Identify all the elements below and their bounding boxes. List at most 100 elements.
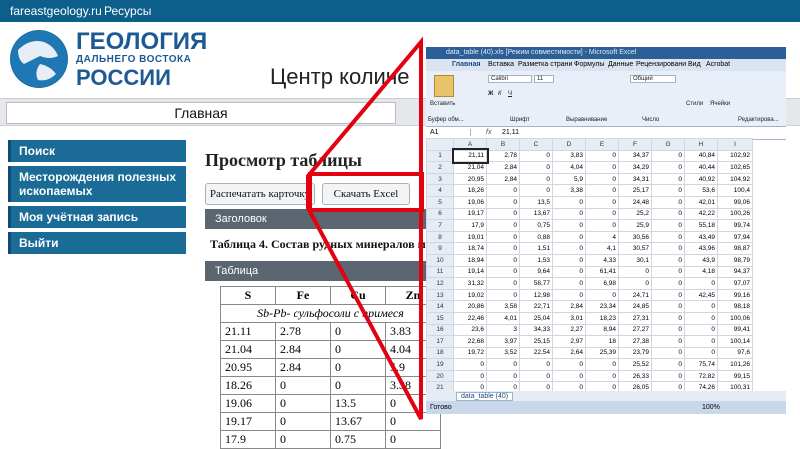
sheet-cell[interactable]: 6,98 [585, 277, 619, 290]
sheet-cell[interactable]: 22,71 [519, 300, 553, 313]
sheet-cell[interactable]: 0 [651, 172, 685, 186]
sheet-cell[interactable]: 2,27 [552, 323, 586, 337]
sheet-cell[interactable]: 19,72 [453, 346, 487, 360]
tab-page-layout[interactable]: Разметка страни [518, 61, 572, 68]
sheet-cell[interactable]: 0 [519, 172, 553, 186]
sheet-cell[interactable]: 0 [552, 242, 586, 255]
sheet-cell[interactable]: 99,41 [717, 323, 753, 337]
sheet-cell[interactable]: 0 [585, 195, 619, 209]
sheet-cell[interactable]: 2,97 [552, 335, 586, 348]
styles-button[interactable]: Стили [686, 101, 703, 107]
sheet-cell[interactable]: 24,85 [618, 300, 652, 313]
sheet-cell[interactable]: 0 [651, 300, 685, 313]
row-header[interactable]: 2 [426, 161, 454, 174]
sheet-cell[interactable]: 75,74 [684, 358, 718, 371]
sheet-cell[interactable]: 42,01 [684, 195, 718, 209]
row-header[interactable]: 15 [426, 311, 454, 325]
sheet-cell[interactable]: 2,78 [486, 149, 520, 163]
sheet-cell[interactable]: 0 [585, 207, 619, 221]
sheet-cell[interactable]: 0 [552, 230, 586, 244]
sheet-cell[interactable]: 55,18 [684, 219, 718, 232]
sheet-cell[interactable]: 100,26 [717, 207, 753, 221]
sheet-cell[interactable]: 0 [486, 242, 520, 255]
sheet-cell[interactable]: 0 [651, 195, 685, 209]
sheet-cell[interactable]: 61,41 [585, 265, 619, 279]
sheet-cell[interactable]: 0 [486, 288, 520, 302]
sheet-cell[interactable]: 0 [585, 219, 619, 232]
sheet-cell[interactable]: 0 [552, 288, 586, 302]
sheet-cell[interactable]: 4,18 [684, 265, 718, 279]
sheet-cell[interactable]: 22,54 [519, 346, 553, 360]
sheet-cell[interactable]: 0 [651, 369, 685, 383]
sheet-cell[interactable]: 20,86 [453, 300, 487, 313]
sheet-cell[interactable]: 0 [552, 369, 586, 383]
sheet-cell[interactable]: 3,52 [486, 346, 520, 360]
sheet-cell[interactable]: 99,06 [717, 195, 753, 209]
sheet-cell[interactable]: 0 [486, 358, 520, 371]
sheet-cell[interactable]: 0 [651, 207, 685, 221]
sheet-cell[interactable]: 0 [651, 219, 685, 232]
sheet-cell[interactable]: 0 [519, 161, 553, 174]
sheet-cell[interactable]: 23,34 [585, 300, 619, 313]
sheet-tab[interactable]: data_table (40) [456, 392, 514, 401]
sheet-cell[interactable]: 0 [585, 184, 619, 197]
sheet-cell[interactable]: 0,75 [519, 219, 553, 232]
sheet-cell[interactable]: 27,38 [618, 335, 652, 348]
sheet-cell[interactable]: 100,4 [717, 184, 753, 197]
sheet-cell[interactable]: 99,74 [717, 219, 753, 232]
sheet-cell[interactable]: 19,14 [453, 265, 487, 279]
row-header[interactable]: 9 [426, 242, 454, 255]
sheet-cell[interactable]: 98,79 [717, 253, 753, 267]
sheet-cell[interactable]: 13,5 [519, 195, 553, 209]
row-header[interactable]: 14 [426, 300, 454, 313]
row-header[interactable]: 16 [426, 323, 454, 337]
sheet-cell[interactable]: 18,94 [453, 253, 487, 267]
sheet-cell[interactable]: 0 [552, 265, 586, 279]
sheet-cell[interactable]: 0 [585, 161, 619, 174]
sheet-cell[interactable]: 0 [585, 149, 619, 163]
tab-review[interactable]: Рецензировани [636, 61, 686, 68]
paste-icon[interactable] [434, 75, 454, 97]
sheet-cell[interactable]: 3,58 [486, 300, 520, 313]
sheet-cell[interactable]: 0 [552, 195, 586, 209]
row-header[interactable]: 8 [426, 230, 454, 244]
sheet-cell[interactable]: 18,74 [453, 242, 487, 255]
sheet-cell[interactable]: 0,88 [519, 230, 553, 244]
sheet-cell[interactable]: 102,92 [717, 149, 753, 163]
font-name-select[interactable]: Calibri [488, 75, 532, 83]
sheet-cell[interactable]: 43,9 [684, 253, 718, 267]
sheet-cell[interactable]: 0 [651, 358, 685, 371]
sheet-cell[interactable]: 0 [651, 311, 685, 325]
sheet-cell[interactable]: 40,44 [684, 161, 718, 174]
sheet-cell[interactable]: 1,53 [519, 253, 553, 267]
sheet-cell[interactable]: 0 [519, 358, 553, 371]
sheet-cell[interactable]: 25,04 [519, 311, 553, 325]
sheet-cell[interactable]: 0 [684, 277, 718, 290]
sheet-cell[interactable]: 97,6 [717, 346, 753, 360]
column-header[interactable]: A [453, 138, 487, 151]
sheet-cell[interactable]: 0 [651, 346, 685, 360]
row-header[interactable]: 10 [426, 253, 454, 267]
column-header[interactable]: G [651, 138, 685, 151]
sheet-cell[interactable]: 0 [552, 219, 586, 232]
sheet-cell[interactable]: 20,95 [453, 172, 487, 186]
sheet-cell[interactable]: 19,01 [453, 230, 487, 244]
sheet-cell[interactable]: 34,31 [618, 172, 652, 186]
sheet-cell[interactable]: 0 [519, 184, 553, 197]
column-header[interactable]: E [585, 138, 619, 151]
sheet-cell[interactable]: 0 [585, 369, 619, 383]
sheet-cell[interactable]: 3 [486, 323, 520, 337]
tab-acrobat[interactable]: Acrobat [706, 61, 730, 68]
sheet-cell[interactable]: 12,98 [519, 288, 553, 302]
name-box[interactable]: A1 [430, 129, 471, 136]
cells-button[interactable]: Ячейки [710, 101, 730, 107]
bold-icon[interactable]: Ж [488, 91, 493, 97]
sheet-cell[interactable]: 0 [651, 335, 685, 348]
row-header[interactable]: 4 [426, 184, 454, 197]
column-header[interactable]: H [684, 138, 718, 151]
sheet-cell[interactable]: 25,9 [618, 219, 652, 232]
sheet-cell[interactable]: 24,48 [618, 195, 652, 209]
sheet-cell[interactable]: 25,52 [618, 358, 652, 371]
sheet-cell[interactable]: 4 [585, 230, 619, 244]
sheet-cell[interactable]: 0 [519, 149, 553, 163]
